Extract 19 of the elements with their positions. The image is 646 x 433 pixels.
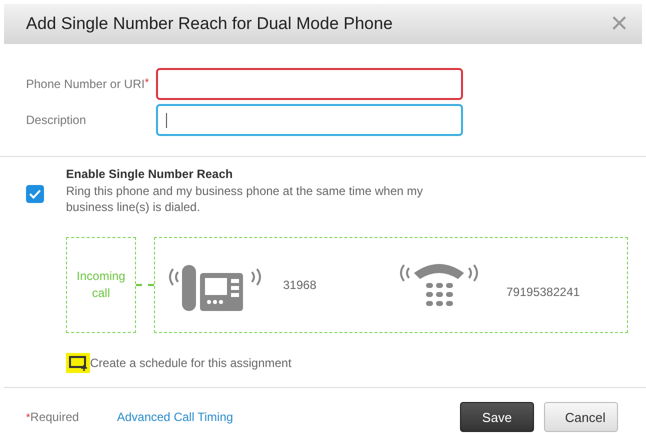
option-description: Ring this phone and my business phone at the same time when my business line(s) is dialed.	[66, 183, 424, 215]
required-note: *Required	[26, 410, 79, 424]
input-field[interactable]	[156, 104, 463, 136]
field-label: Phone Number or URI*	[26, 77, 150, 91]
connector-line	[136, 284, 154, 286]
dialog-title: Add Single Number Reach for Dual Mode Phone	[26, 14, 393, 34]
desk-phone-number: 31968	[283, 278, 316, 292]
text-cursor	[166, 112, 167, 128]
incoming-call-box: Incoming call	[66, 237, 136, 333]
field-label: Description	[26, 113, 88, 127]
mobile-number: 79195382241	[506, 285, 580, 299]
advanced-call-timing-link[interactable]: Advanced Call Timing	[116, 410, 234, 424]
calendar-add-icon[interactable]	[66, 353, 90, 373]
checkbox[interactable]	[26, 185, 44, 203]
cancel-button[interactable]: Cancel	[544, 402, 618, 432]
input-field[interactable]	[156, 68, 463, 100]
option-title: Enable Single Number Reach	[66, 167, 234, 181]
schedule-label: Create a schedule for this assignment	[90, 356, 292, 370]
save-button[interactable]: Save	[460, 402, 534, 432]
